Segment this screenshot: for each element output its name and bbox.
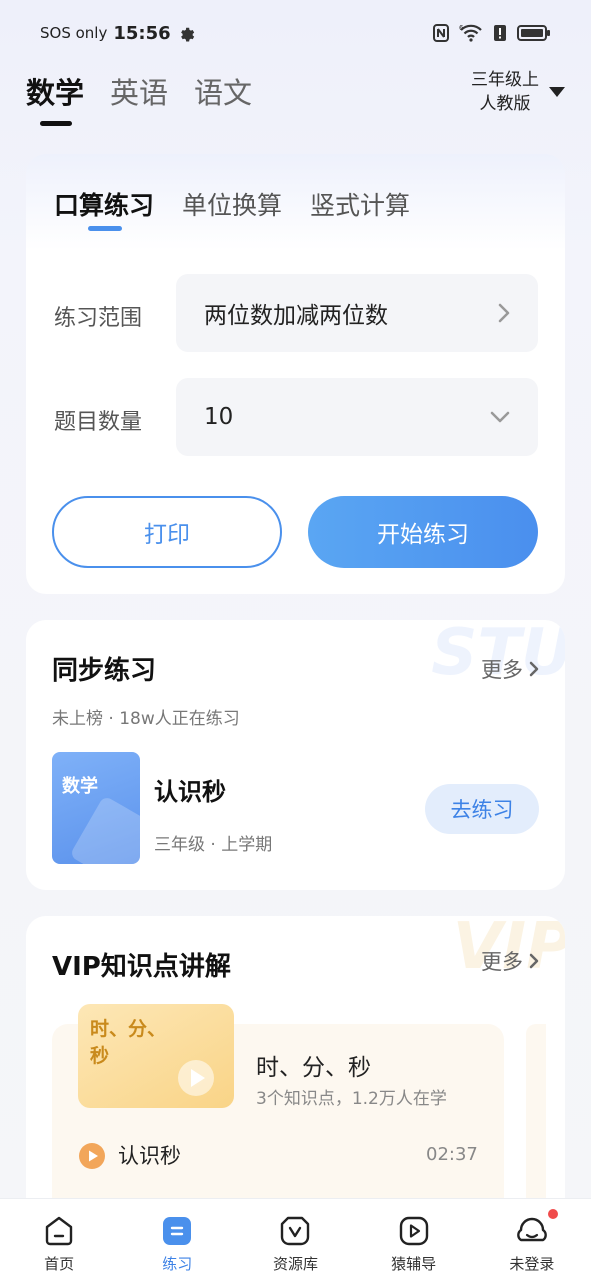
status-time: 15:56 [113, 22, 171, 44]
nav-tutoring-label: 猿辅导 [391, 1255, 437, 1273]
print-button[interactable]: 打印 [52, 496, 282, 568]
profile-icon [516, 1217, 547, 1242]
calc-tabs: 口算练习 单位换算 竖式计算 [54, 186, 410, 231]
range-label: 练习范围 [54, 306, 143, 331]
nav-practice[interactable]: 练习 [127, 1215, 227, 1274]
go-practice-button[interactable]: 去练习 [425, 784, 539, 834]
lesson-title: 认识秒 [154, 778, 226, 806]
tab-math[interactable]: 数学 [26, 70, 84, 126]
chevron-right-icon [529, 953, 539, 969]
grade-picker[interactable]: 三年级上 人教版 [471, 68, 565, 116]
wifi-icon: 6 [459, 24, 482, 42]
gear-icon [180, 27, 194, 42]
battery-icon [517, 25, 550, 41]
range-selector[interactable]: 两位数加减两位数 [176, 274, 538, 352]
tab-unit-convert[interactable]: 单位换算 [182, 186, 282, 222]
nav-resources-label: 资源库 [272, 1255, 318, 1273]
course-meta: 3个知识点，1.2万人在学 [256, 1089, 447, 1109]
vip-title: VIP知识点讲解 [52, 952, 231, 982]
grade-label: 三年级上 [471, 70, 539, 90]
nav-profile-label: 未登录 [509, 1255, 555, 1273]
lecture-title[interactable]: 认识秒 [118, 1140, 181, 1170]
resource-icon [281, 1216, 310, 1246]
nav-profile[interactable]: 未登录 [482, 1207, 582, 1274]
play-icon [178, 1060, 214, 1096]
bottom-nav: 首页 练习 资源库 猿辅导 未登录 [0, 1198, 591, 1280]
chevron-right-icon [529, 661, 539, 677]
course-thumbnail[interactable]: 时、分、秒 [78, 1004, 234, 1108]
nav-tutoring[interactable]: 猿辅导 [364, 1215, 464, 1274]
chevron-right-icon [498, 303, 510, 323]
nfc-icon [433, 24, 449, 42]
start-practice-button[interactable]: 开始练习 [308, 496, 538, 568]
alert-icon [494, 25, 506, 41]
more-label: 更多 [481, 658, 523, 682]
book-cover[interactable]: 数学 [52, 752, 140, 864]
wifi-sup-text: 6 [459, 24, 464, 32]
edition-label: 人教版 [479, 94, 531, 114]
vip-knowledge-card: VIP VIP知识点讲解 更多 时、分、秒 时、分、秒 3个知识点，1.2万人在… [26, 916, 565, 1246]
nav-home[interactable]: 首页 [9, 1215, 109, 1274]
sync-title: 同步练习 [52, 656, 157, 686]
home-icon [45, 1216, 73, 1246]
video-play-icon [399, 1216, 428, 1246]
sync-subtitle: 未上榜 · 18w人正在练习 [52, 709, 240, 729]
tab-vertical-calc[interactable]: 竖式计算 [310, 186, 410, 222]
tab-chinese[interactable]: 语文 [194, 70, 252, 120]
count-label: 题目数量 [54, 410, 143, 435]
course-title: 时、分、秒 [256, 1055, 371, 1081]
caret-down-icon [549, 87, 565, 97]
more-label: 更多 [481, 950, 523, 974]
notification-dot [545, 1207, 560, 1221]
count-dropdown[interactable]: 10 [176, 378, 538, 456]
lesson-meta: 三年级 · 上学期 [154, 835, 273, 855]
range-value: 两位数加减两位数 [204, 303, 388, 329]
sync-more-link[interactable]: 更多 [481, 654, 539, 684]
lecture-duration: 02:37 [426, 1144, 478, 1165]
practice-icon [163, 1217, 192, 1245]
cover-label: 数学 [62, 776, 98, 797]
subject-tabs: 数学 英语 语文 [26, 70, 252, 126]
sync-practice-card: STU 同步练习 更多 未上榜 · 18w人正在练习 数学 认识秒 三年级 · … [26, 620, 565, 890]
tab-english[interactable]: 英语 [110, 70, 168, 120]
nav-resources[interactable]: 资源库 [245, 1215, 345, 1274]
thumbnail-text: 时、分、秒 [90, 1018, 167, 1067]
nav-practice-label: 练习 [162, 1255, 193, 1273]
chevron-down-icon [490, 411, 510, 423]
count-value: 10 [204, 404, 234, 430]
sos-indicator: SOS only [40, 24, 108, 42]
vip-more-link[interactable]: 更多 [481, 946, 539, 976]
cover-decoration [69, 795, 140, 864]
tab-oral-calc[interactable]: 口算练习 [54, 186, 154, 231]
calc-practice-card: 口算练习 单位换算 竖式计算 练习范围 两位数加减两位数 题目数量 10 打印 … [26, 154, 565, 594]
status-bar: SOS only 15:56 6 [0, 0, 591, 66]
play-circle-icon [79, 1143, 105, 1169]
nav-home-label: 首页 [44, 1255, 75, 1273]
